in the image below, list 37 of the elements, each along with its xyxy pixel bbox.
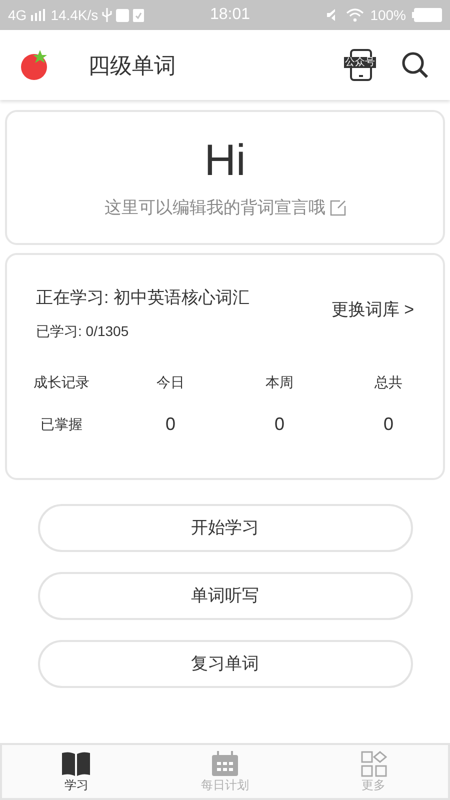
calendar-icon	[210, 750, 239, 776]
search-button[interactable]	[400, 50, 430, 80]
stats-row-label: 已掌握	[40, 414, 84, 434]
tomato-icon	[20, 49, 50, 81]
official-account-button[interactable]: 公众号	[346, 48, 376, 82]
book-icon	[61, 750, 92, 776]
stats-value: 0	[382, 412, 394, 436]
action-button[interactable]: 复习单词	[38, 640, 412, 688]
network-speed: 14.4K/s	[50, 6, 98, 24]
tab-item[interactable]: 学习	[2, 745, 151, 798]
account-label: 公众号	[344, 57, 376, 68]
stats-header: 本周	[264, 372, 294, 392]
grid-icon	[360, 750, 387, 776]
stats-header: 今日	[156, 372, 186, 392]
signal-icon	[30, 9, 47, 21]
edit-icon[interactable]	[330, 200, 346, 216]
progress-text: 已学习: 0/1305	[36, 322, 130, 340]
search-icon	[401, 51, 429, 79]
battery-icon	[412, 8, 442, 22]
stats-header: 总共	[374, 372, 404, 392]
greeting-text: Hi	[204, 134, 246, 187]
wifi-icon	[346, 8, 364, 22]
action-button[interactable]: 开始学习	[38, 504, 412, 552]
clipboard-icon	[133, 8, 144, 22]
stats-value: 0	[273, 412, 286, 436]
change-library-link[interactable]: 更换词库 >	[331, 297, 414, 322]
network-label: 4G	[8, 6, 27, 24]
battery-percent: 100%	[370, 6, 406, 24]
action-button[interactable]: 单词听写	[38, 572, 412, 620]
app-title: 四级单词	[88, 52, 176, 80]
stats-header: 成长记录	[32, 372, 90, 392]
usb-icon	[102, 8, 112, 22]
motto-text: 这里可以编辑我的背词宣言哦	[104, 196, 326, 219]
current-course: 正在学习: 初中英语核心词汇	[36, 287, 250, 309]
status-time: 18:01	[210, 5, 250, 25]
stats-value: 0	[164, 412, 176, 436]
app-icon	[116, 8, 130, 22]
